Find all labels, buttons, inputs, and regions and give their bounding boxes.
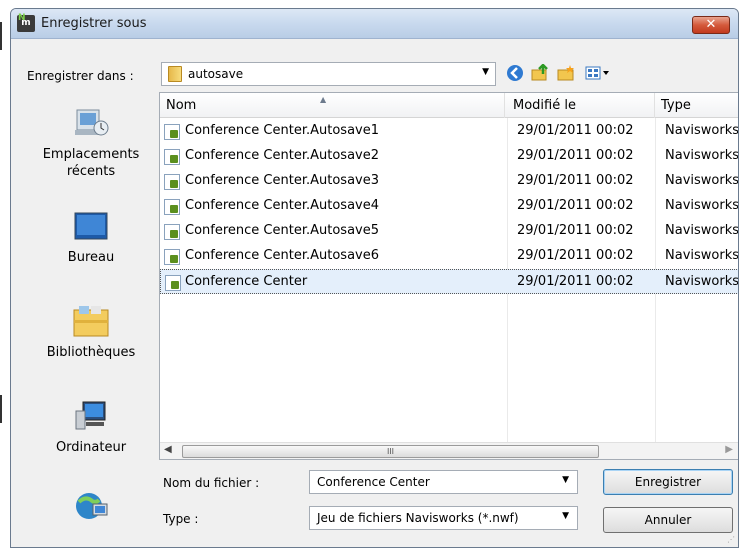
- place-desktop-label: Bureau: [67, 250, 115, 265]
- horizontal-scrollbar[interactable]: ◀ III ▶: [160, 442, 738, 459]
- place-computer-label: Ordinateur: [55, 440, 127, 455]
- file-name: Conference Center.Autosave4: [185, 198, 379, 213]
- place-libraries-label: Bibliothèques: [46, 345, 136, 360]
- screen-edge-top: [0, 22, 2, 50]
- save-button[interactable]: Enregistrer: [603, 469, 733, 495]
- place-desktop[interactable]: Bureau: [23, 209, 159, 266]
- navisworks-file-icon: [164, 174, 180, 190]
- file-type: Navisworks: [665, 123, 739, 138]
- cancel-button[interactable]: Annuler: [603, 507, 733, 533]
- navisworks-file-icon: [164, 199, 180, 215]
- resize-grip-icon[interactable]: ⋰: [727, 535, 735, 544]
- scroll-right-icon[interactable]: ▶: [725, 444, 733, 455]
- navisworks-file-icon: [164, 124, 180, 140]
- close-button[interactable]: ✕: [692, 16, 730, 34]
- file-row-selected[interactable]: Conference Center 29/01/2011 00:02 Navis…: [160, 269, 739, 294]
- file-modified: 29/01/2011 00:02: [517, 173, 634, 188]
- new-folder-icon[interactable]: [555, 64, 577, 84]
- file-type: Navisworks: [665, 148, 739, 163]
- column-header-type[interactable]: Type: [655, 93, 738, 118]
- save-in-value: autosave: [188, 67, 244, 81]
- desktop-icon: [71, 209, 111, 243]
- back-icon[interactable]: [504, 64, 526, 84]
- file-name: Conference Center.Autosave5: [185, 223, 379, 238]
- file-row[interactable]: Conference Center.Autosave3 29/01/2011 0…: [160, 169, 739, 194]
- libraries-icon: [71, 304, 111, 338]
- navisworks-file-icon: [165, 275, 181, 291]
- file-type: Navisworks: [665, 274, 739, 289]
- filename-label: Nom du fichier :: [163, 476, 260, 490]
- column-name-label: Nom: [166, 98, 197, 113]
- places-bar: Emplacements récents Bureau Bibliothèque…: [23, 92, 159, 538]
- recent-places-icon: [71, 106, 111, 140]
- scroll-thumb[interactable]: III: [182, 445, 599, 458]
- chevron-down-icon[interactable]: ▼: [562, 511, 569, 521]
- file-type: Navisworks: [665, 223, 739, 238]
- file-row[interactable]: Conference Center.Autosave2 29/01/2011 0…: [160, 144, 739, 169]
- file-name: Conference Center.Autosave2: [185, 148, 379, 163]
- file-type: Navisworks: [665, 198, 739, 213]
- column-type-label: Type: [661, 98, 691, 113]
- save-in-label: Enregistrer dans :: [27, 69, 134, 83]
- file-rows: Conference Center.Autosave1 29/01/2011 0…: [160, 119, 739, 294]
- chevron-down-icon: ▼: [482, 67, 489, 77]
- file-row[interactable]: Conference Center.Autosave4 29/01/2011 0…: [160, 194, 739, 219]
- file-list-header: Nom ▲ Modifié le Type: [160, 93, 738, 118]
- file-modified: 29/01/2011 00:02: [517, 223, 634, 238]
- save-in-dropdown[interactable]: autosave ▼: [161, 62, 496, 86]
- network-icon: [71, 490, 111, 524]
- navisworks-file-icon: [164, 224, 180, 240]
- column-header-name[interactable]: Nom ▲: [160, 93, 505, 118]
- file-name: Conference Center.Autosave6: [185, 248, 379, 263]
- sort-ascending-icon: ▲: [320, 95, 327, 104]
- navisworks-file-icon: [164, 149, 180, 165]
- place-libraries[interactable]: Bibliothèques: [23, 304, 159, 361]
- file-modified: 29/01/2011 00:02: [517, 123, 634, 138]
- save-as-dialog: Nm Enregistrer sous ✕ Enregistrer dans :…: [10, 8, 739, 548]
- file-type: Navisworks: [665, 248, 739, 263]
- file-row[interactable]: Conference Center.Autosave1 29/01/2011 0…: [160, 119, 739, 144]
- navisworks-file-icon: [164, 249, 180, 265]
- place-network[interactable]: [23, 490, 159, 530]
- file-row[interactable]: Conference Center.Autosave6 29/01/2011 0…: [160, 244, 739, 269]
- screen-edge-bottom: [0, 395, 2, 423]
- file-name: Conference Center.Autosave1: [185, 123, 379, 138]
- file-modified: 29/01/2011 00:02: [517, 248, 634, 263]
- file-modified: 29/01/2011 00:02: [517, 274, 634, 289]
- file-name: Conference Center.Autosave3: [185, 173, 379, 188]
- place-computer[interactable]: Ordinateur: [23, 399, 159, 456]
- file-modified: 29/01/2011 00:02: [517, 198, 634, 213]
- column-header-modified[interactable]: Modifié le: [507, 93, 655, 118]
- place-recent-label-1: Emplacements: [42, 147, 140, 162]
- up-folder-icon[interactable]: [529, 63, 551, 84]
- file-modified: 29/01/2011 00:02: [517, 148, 634, 163]
- file-list[interactable]: Nom ▲ Modifié le Type Conference Center.…: [159, 92, 739, 460]
- chevron-down-icon[interactable]: ▼: [562, 475, 569, 485]
- window-title: Enregistrer sous: [41, 16, 147, 31]
- view-menu-icon[interactable]: [583, 64, 613, 84]
- file-row[interactable]: Conference Center.Autosave5 29/01/2011 0…: [160, 219, 739, 244]
- filename-value: Conference Center: [317, 475, 430, 489]
- navisworks-app-icon: Nm: [17, 13, 35, 32]
- filetype-label: Type :: [163, 512, 199, 526]
- scroll-left-icon[interactable]: ◀: [164, 444, 172, 455]
- filename-field[interactable]: Conference Center ▼: [309, 470, 578, 494]
- file-type: Navisworks: [665, 173, 739, 188]
- folder-icon: [168, 66, 182, 82]
- place-recent[interactable]: Emplacements récents: [23, 106, 159, 180]
- filetype-dropdown[interactable]: Jeu de fichiers Navisworks (*.nwf) ▼: [309, 506, 578, 530]
- filetype-value: Jeu de fichiers Navisworks (*.nwf): [317, 511, 519, 525]
- column-modified-label: Modifié le: [513, 98, 576, 113]
- place-recent-label-2: récents: [66, 164, 116, 179]
- computer-icon: [71, 399, 111, 433]
- file-name: Conference Center: [185, 274, 308, 289]
- title-bar[interactable]: Nm Enregistrer sous ✕: [11, 9, 738, 39]
